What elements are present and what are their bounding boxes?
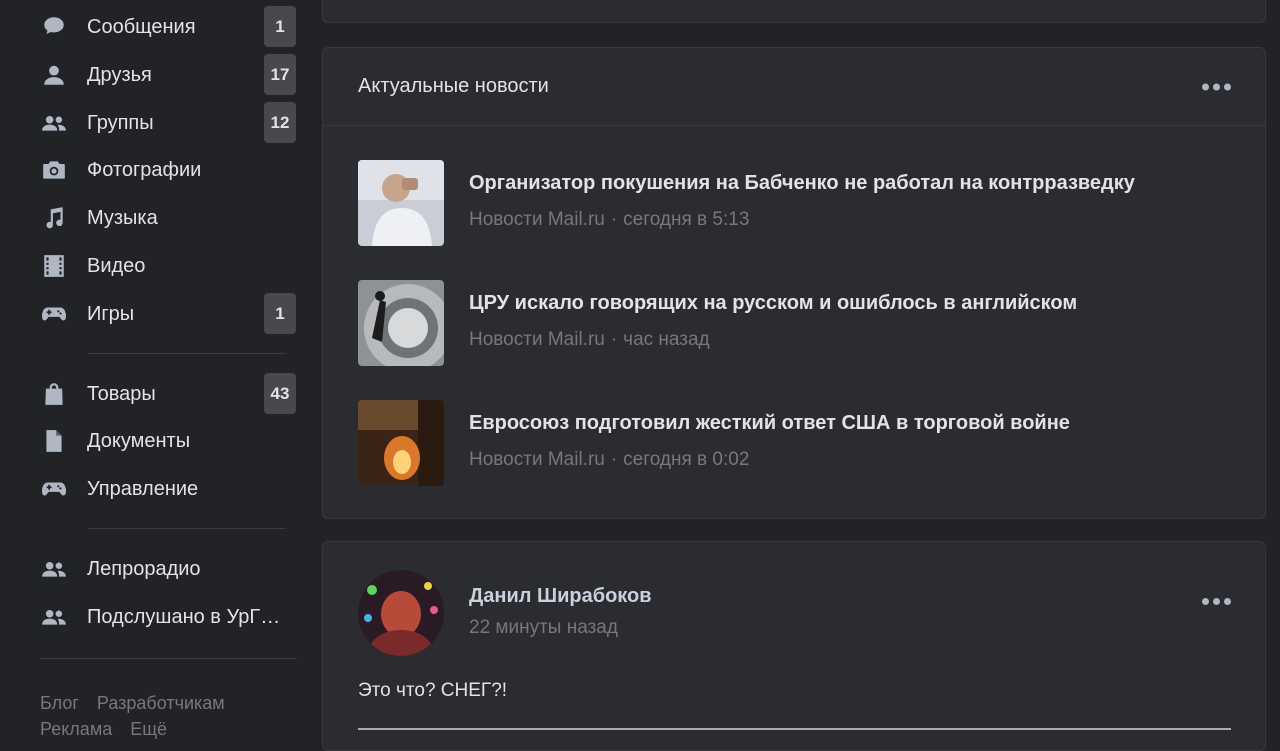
- news-thumbnail[interactable]: [358, 400, 444, 486]
- sidebar-item-label: Сообщения: [87, 15, 196, 38]
- news-item[interactable]: Организатор покушения на Бабченко не раб…: [358, 160, 1238, 246]
- news-item[interactable]: ЦРУ искало говорящих на русском и ошибло…: [358, 280, 1238, 366]
- camera-icon: [40, 156, 68, 184]
- sidebar-divider: [88, 353, 285, 354]
- sidebar-item-podslushano[interactable]: Подслушано в УрГ…: [40, 596, 296, 638]
- avatar[interactable]: [358, 570, 444, 656]
- sidebar-item-label: Товары: [87, 382, 156, 405]
- user-icon: [40, 61, 68, 89]
- news-card-header: Актуальные новости: [323, 48, 1265, 126]
- news-item[interactable]: Евросоюз подготовил жесткий ответ США в …: [358, 400, 1238, 486]
- post-time[interactable]: 22 минуты назад: [469, 617, 618, 639]
- news-title[interactable]: ЦРУ искало говорящих на русском и ошибло…: [469, 292, 1077, 315]
- sidebar-item-friends[interactable]: Друзья 17: [40, 54, 296, 96]
- sidebar-item-groups[interactable]: Группы 12: [40, 102, 296, 144]
- more-options-icon[interactable]: [1202, 598, 1231, 605]
- footer-link-ads[interactable]: Реклама: [40, 719, 112, 739]
- sidebar-item-leproradio[interactable]: Лепрорадио: [40, 548, 296, 590]
- footer-link-more[interactable]: Ещё: [130, 719, 167, 739]
- sidebar-item-management[interactable]: Управление: [40, 468, 296, 510]
- sidebar-item-music[interactable]: Музыка: [40, 197, 296, 239]
- sidebar-item-label: Друзья: [87, 63, 152, 86]
- users-icon: [40, 109, 68, 137]
- previous-post-card: [322, 0, 1266, 23]
- footer-link-developers[interactable]: Разработчикам: [97, 693, 225, 713]
- video-icon: [40, 252, 68, 280]
- gamepad-icon: [40, 300, 68, 328]
- post-card: Данил Ширабоков 22 минуты назад Это что?…: [322, 541, 1266, 751]
- counter-badge: 43: [264, 373, 296, 414]
- news-meta: Новости Mail.ru · сегодня в 0:02: [469, 449, 750, 470]
- sidebar-item-label: Документы: [87, 429, 191, 452]
- news-card-title: Актуальные новости: [358, 75, 549, 97]
- news-source[interactable]: Новости Mail.ru: [469, 209, 605, 230]
- news-thumbnail[interactable]: [358, 160, 444, 246]
- news-time: сегодня в 5:13: [623, 209, 750, 230]
- sidebar-item-photos[interactable]: Фотографии: [40, 149, 296, 191]
- counter-badge: 12: [264, 102, 296, 143]
- document-icon: [40, 427, 68, 455]
- counter-badge: 1: [264, 293, 296, 334]
- left-sidebar: Сообщения 1 Друзья 17 Группы 12 Фотограф…: [0, 0, 310, 739]
- sidebar-item-label: Лепрорадио: [87, 557, 201, 580]
- news-card: Актуальные новости Организатор покушения…: [322, 47, 1266, 519]
- sidebar-divider: [40, 658, 297, 659]
- footer-links: Блог Разработчикам Реклама Ещё: [40, 690, 243, 742]
- news-meta: Новости Mail.ru · час назад: [469, 329, 710, 350]
- news-thumbnail[interactable]: [358, 280, 444, 366]
- music-icon: [40, 204, 68, 232]
- sidebar-item-goods[interactable]: Товары 43: [40, 373, 296, 415]
- bag-icon: [40, 380, 68, 408]
- news-source[interactable]: Новости Mail.ru: [469, 449, 605, 470]
- sidebar-item-label: Фотографии: [87, 158, 202, 181]
- sidebar-item-label: Подслушано в УрГ…: [87, 605, 281, 628]
- sidebar-item-messages[interactable]: Сообщения 1: [40, 6, 296, 48]
- news-time: час назад: [623, 329, 710, 350]
- sidebar-item-games[interactable]: Игры 1: [40, 293, 296, 335]
- footer-link-blog[interactable]: Блог: [40, 693, 79, 713]
- gamepad-icon: [40, 475, 68, 503]
- sidebar-item-label: Управление: [87, 477, 199, 500]
- sidebar-item-label: Видео: [87, 254, 146, 277]
- counter-badge: 1: [264, 6, 296, 47]
- sidebar-divider: [88, 528, 285, 529]
- sidebar-item-video[interactable]: Видео: [40, 245, 296, 287]
- post-text: Это что? СНЕГ?!: [358, 680, 508, 701]
- message-icon: [40, 13, 68, 41]
- counter-badge: 17: [264, 54, 296, 95]
- news-source[interactable]: Новости Mail.ru: [469, 329, 605, 350]
- news-meta: Новости Mail.ru · сегодня в 5:13: [469, 209, 750, 230]
- sidebar-item-label: Игры: [87, 302, 135, 325]
- users-icon: [40, 555, 68, 583]
- news-title[interactable]: Организатор покушения на Бабченко не раб…: [469, 172, 1135, 195]
- more-options-icon[interactable]: [1202, 83, 1231, 90]
- users-icon: [40, 603, 68, 631]
- news-title[interactable]: Евросоюз подготовил жесткий ответ США в …: [469, 412, 1070, 435]
- sidebar-item-documents[interactable]: Документы: [40, 420, 296, 462]
- news-time: сегодня в 0:02: [623, 449, 750, 470]
- post-author[interactable]: Данил Ширабоков: [469, 585, 652, 608]
- sidebar-item-label: Группы: [87, 111, 154, 134]
- post-divider: [358, 728, 1231, 730]
- sidebar-item-label: Музыка: [87, 206, 158, 229]
